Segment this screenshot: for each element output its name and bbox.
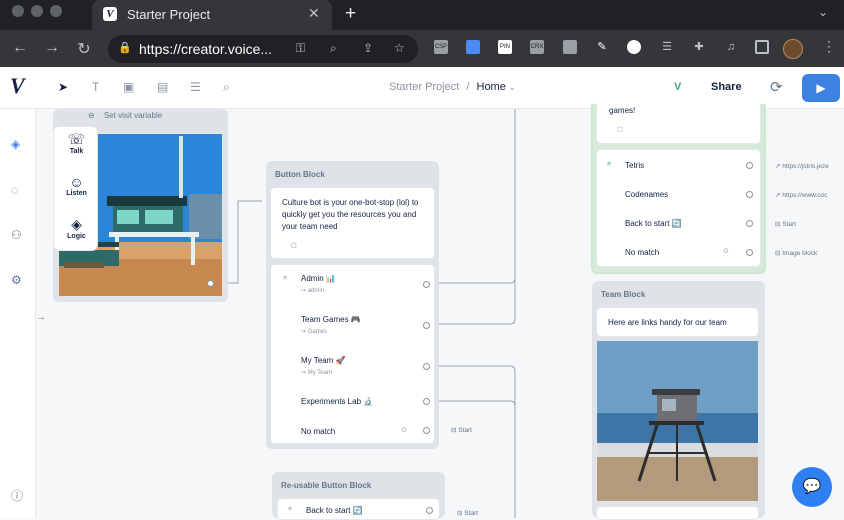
talk-step-button[interactable]: ☏ Talk	[59, 131, 94, 155]
codenames-link-target[interactable]: ↗ https://www.coc	[775, 191, 827, 199]
image-block-target[interactable]: ⊟ Image block	[775, 249, 817, 257]
logic-icon: ◈	[71, 216, 82, 232]
button-block[interactable]: Button Block Culture bot is your one-bot…	[266, 161, 439, 449]
connector-admin	[426, 109, 516, 284]
button-intent: ↪ My Team	[301, 370, 332, 376]
reusable-buttons-card[interactable]: ⍟ Back to start 🔄	[277, 498, 440, 520]
block-title: Re-usable Button Block	[281, 481, 372, 490]
no-match-label: No match	[625, 248, 660, 257]
speak-message: Culture bot is your one-bot-stop (lol) t…	[282, 198, 419, 231]
button-label: Team Games 🎮	[301, 315, 361, 324]
lifeguard-tower-beach-image	[597, 341, 758, 501]
speak-step-card[interactable]: Culture bot is your one-bot-stop (lol) t…	[270, 187, 435, 259]
no-match-target[interactable]: ⊟ Start	[451, 426, 472, 434]
start-target[interactable]: ⊟ Start	[775, 220, 796, 228]
no-match-icon: ⊙	[401, 427, 407, 434]
games-block[interactable]: games! ◻ ⍟ Tetris Codenames Back to star…	[591, 102, 766, 274]
button-item-codenames[interactable]: Codenames	[625, 190, 668, 199]
tetris-link-target[interactable]: ↗ https://jstris.jeze	[775, 162, 829, 170]
team-speak-card[interactable]: Here are links handy for our team	[596, 307, 759, 337]
buttons-step-card[interactable]: ⍟ Admin 📊 ↪ admin Team Games 🎮 ↪ Games M…	[270, 264, 435, 444]
button-label: Admin 📊	[301, 274, 336, 283]
target-label: https://www.coc	[782, 192, 828, 199]
button-item-back-to-start[interactable]: Back to start 🔄	[625, 219, 682, 228]
buttons-icon: ⍟	[288, 506, 293, 513]
talk-label: Talk	[69, 148, 84, 155]
no-match-port[interactable]	[423, 427, 430, 434]
target-label: Start	[782, 221, 796, 228]
button-label: Experiments Lab 🔬	[301, 397, 374, 406]
button-port[interactable]	[426, 507, 433, 514]
external-link-icon: ↗	[775, 163, 781, 170]
speak-icon: ◻	[617, 126, 623, 133]
button-intent: ↪ Games	[301, 329, 328, 335]
reusable-button-block[interactable]: Re-usable Button Block ⍟ Back to start 🔄	[272, 472, 445, 520]
button-port[interactable]	[746, 162, 753, 169]
intent-name: Games	[307, 329, 328, 335]
intent-name: admin	[307, 288, 325, 294]
back-to-start-button[interactable]: Back to start 🔄	[306, 506, 363, 515]
button-port[interactable]	[423, 281, 430, 288]
connector-team-games	[426, 109, 516, 325]
speak-message: Here are links handy for our team	[608, 318, 727, 327]
chat-bubble-icon: 💬	[802, 478, 822, 495]
logic-label: Logic	[67, 233, 86, 240]
image-block-port[interactable]	[207, 280, 214, 287]
target-label: https://jstris.jeze	[782, 163, 829, 170]
logic-step-button[interactable]: ◈ Logic	[59, 216, 94, 240]
button-port[interactable]	[746, 220, 753, 227]
games-buttons-card[interactable]: ⍟ Tetris Codenames Back to start 🔄 No ma…	[596, 149, 761, 267]
button-port[interactable]	[746, 191, 753, 198]
no-match-port[interactable]	[746, 249, 753, 256]
button-port[interactable]	[423, 398, 430, 405]
button-item-my-team[interactable]: My Team 🚀 ↪ My Team	[301, 356, 346, 376]
listen-icon: ☺	[69, 174, 84, 190]
talk-icon: ☏	[67, 131, 86, 147]
games-speak-card[interactable]: games! ◻	[596, 102, 761, 144]
target-label: Start	[464, 510, 478, 517]
external-link-icon: ↗	[775, 192, 781, 199]
listen-step-button[interactable]: ☺ Listen	[59, 174, 94, 197]
block-link-icon: ⊟	[775, 221, 781, 228]
buttons-icon: ⍟	[283, 275, 288, 282]
button-port[interactable]	[423, 363, 430, 370]
block-link-icon: ⊟	[457, 510, 463, 517]
target-label: Start	[458, 427, 472, 434]
listen-label: Listen	[66, 190, 87, 197]
button-item-tetris[interactable]: Tetris	[625, 161, 644, 170]
speak-icon: ◻	[291, 242, 297, 249]
team-block[interactable]: Team Block Here are links handy for our …	[592, 281, 765, 520]
no-match-icon: ⊙	[723, 248, 729, 255]
chat-widget-button[interactable]: 💬	[792, 467, 832, 507]
team-image-card[interactable]	[596, 340, 759, 502]
speak-message: games!	[609, 106, 636, 115]
block-link-icon: ⊟	[451, 427, 457, 434]
step-menu: ☏ Talk ☺ Listen ◈ Logic	[53, 126, 98, 251]
block-title: Button Block	[275, 170, 325, 179]
button-label: My Team 🚀	[301, 356, 346, 365]
button-intent: ↪ admin	[301, 288, 325, 294]
set-visit-variable-step[interactable]: ⊖ Set visit variable	[88, 111, 162, 120]
block-link-icon: ⊟	[775, 250, 781, 257]
target-label: Image block	[782, 250, 818, 257]
buttons-icon: ⍟	[607, 161, 612, 168]
set-visit-label: Set visit variable	[103, 111, 163, 120]
button-item-team-games[interactable]: Team Games 🎮 ↪ Games	[301, 315, 361, 335]
intent-name: My Team	[307, 370, 332, 376]
reusable-target[interactable]: ⊟ Start	[457, 509, 478, 517]
button-item-admin[interactable]: Admin 📊 ↪ admin	[301, 274, 336, 294]
no-match-label: No match	[301, 427, 336, 436]
button-port[interactable]	[423, 322, 430, 329]
block-title: Team Block	[601, 290, 646, 299]
button-item-experiments-lab[interactable]: Experiments Lab 🔬	[301, 397, 373, 406]
